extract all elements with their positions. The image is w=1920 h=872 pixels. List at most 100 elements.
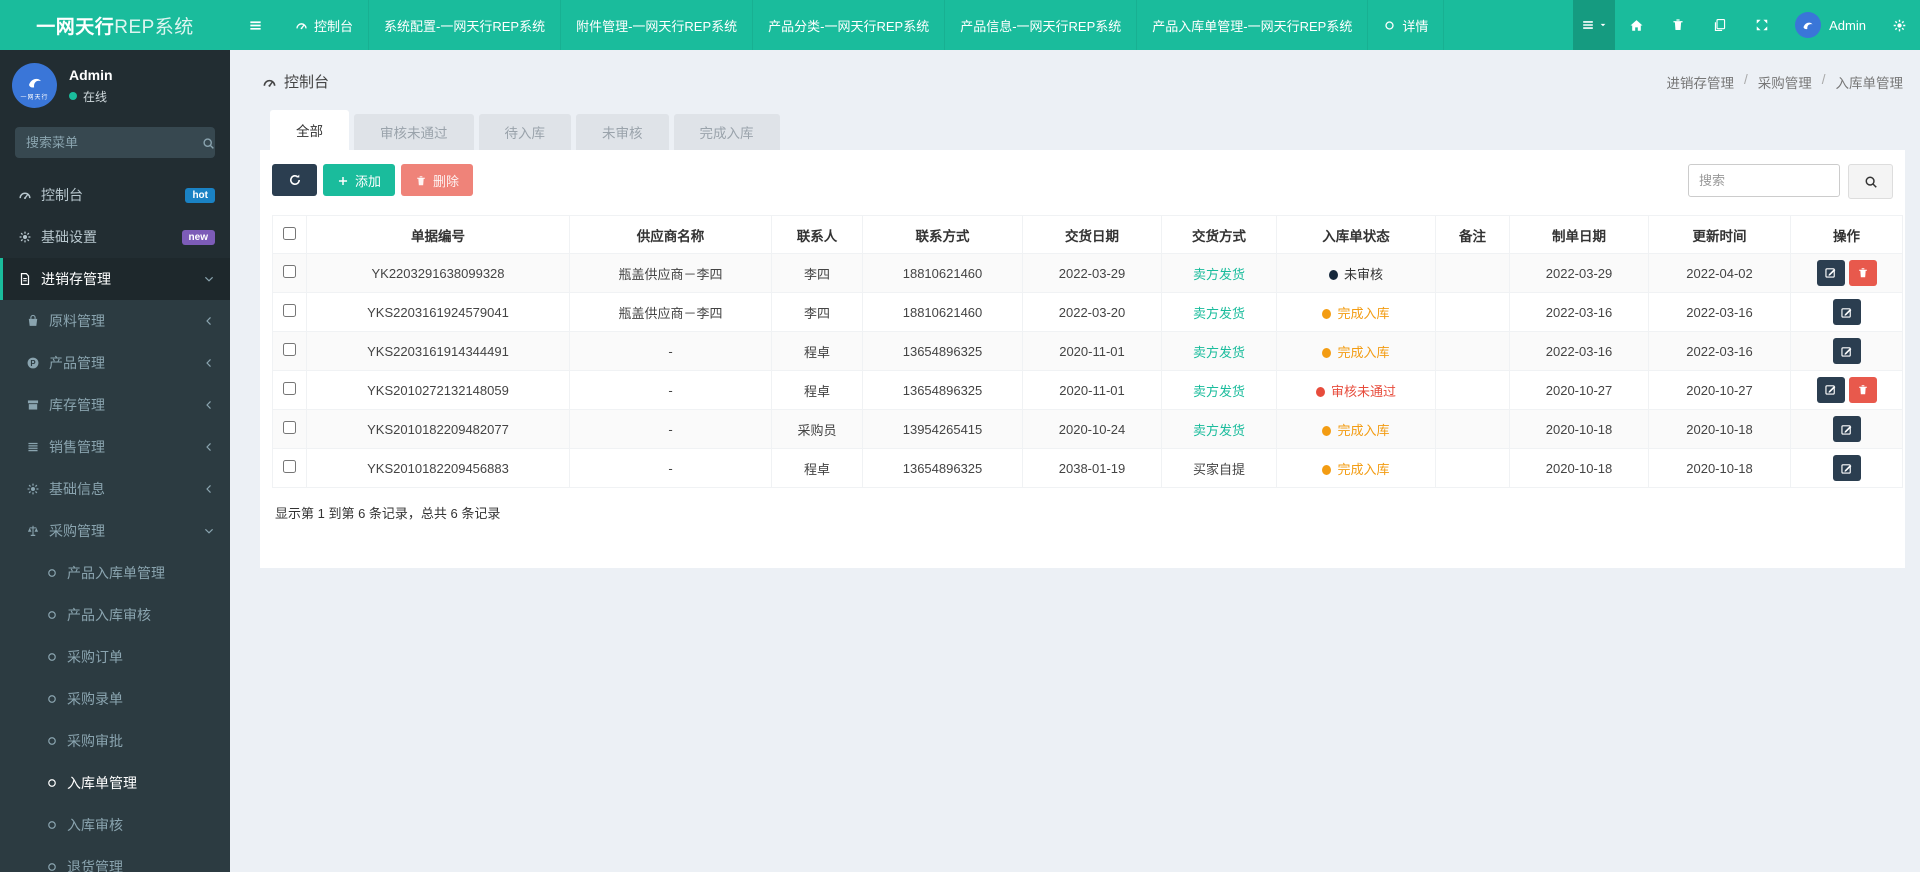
- tabs-menu-dropdown[interactable]: [1573, 0, 1616, 50]
- cell: 卖方发货: [1161, 409, 1277, 449]
- brand-bold: 一网天行: [36, 16, 115, 38]
- row-checkbox[interactable]: [283, 460, 296, 473]
- navbar-tab-7[interactable]: 详情: [1368, 0, 1445, 50]
- sidebar-item-进销存管理[interactable]: 进销存管理: [0, 258, 230, 301]
- navbar-tab-5[interactable]: 产品信息-一网天行REP系统: [945, 0, 1138, 50]
- sidebar-item-基础设置[interactable]: 基础设置 new: [0, 216, 230, 258]
- breadcrumb-item-2[interactable]: 采购管理: [1758, 72, 1812, 92]
- navbar-tab-6[interactable]: 产品入库单管理-一网天行REP系统: [1137, 0, 1369, 50]
- select-all-checkbox[interactable]: [283, 226, 296, 240]
- sidebar-item-采购录单[interactable]: 采购录单: [0, 678, 230, 721]
- filter-tab-待入库[interactable]: 待入库: [478, 114, 571, 150]
- cell: [272, 331, 307, 371]
- filter-tab-审核未通过[interactable]: 审核未通过: [354, 114, 474, 150]
- row-delete-button[interactable]: [1848, 260, 1877, 287]
- cell: YKS2010182209456883: [306, 448, 570, 488]
- cell: 程卓: [771, 370, 863, 410]
- column-header-备注: 备注: [1435, 215, 1510, 254]
- sidebar-item-采购管理[interactable]: 采购管理: [0, 510, 230, 553]
- row-checkbox[interactable]: [283, 382, 296, 395]
- row-checkbox[interactable]: [283, 421, 296, 434]
- row-edit-button[interactable]: [1832, 455, 1861, 481]
- filter-tab-全部[interactable]: 全部: [270, 110, 349, 150]
- sidebar-item-退货管理[interactable]: 退货管理: [0, 846, 230, 872]
- sidebar-item-原料管理[interactable]: 原料管理: [0, 300, 230, 343]
- row-checkbox[interactable]: [283, 304, 296, 317]
- menu-badge: hot: [185, 187, 215, 203]
- sidebar-item-采购订单[interactable]: 采购订单: [0, 636, 230, 679]
- home-icon[interactable]: [1615, 0, 1657, 50]
- circle-icon: [48, 737, 56, 745]
- sidebar-item-label: 采购录单: [67, 691, 123, 708]
- filter-tab-完成入库[interactable]: 完成入库: [673, 114, 780, 150]
- breadcrumb-item-1[interactable]: 进销存管理: [1666, 72, 1734, 92]
- navbar-right: Admin: [1573, 0, 1920, 50]
- sidebar-item-产品入库单管理[interactable]: 产品入库单管理: [0, 552, 230, 595]
- swoosh-icon: [28, 78, 41, 88]
- table-search-button[interactable]: [1848, 164, 1893, 199]
- sidebar-item-库存管理[interactable]: 库存管理: [0, 384, 230, 427]
- top-navbar: 一网天行 REP系统 控制台 系统配置-一网天行REP系统 附件管理-一网天行REP系…: [0, 0, 1920, 50]
- fullscreen-icon[interactable]: [1741, 0, 1783, 50]
- gears-icon: [27, 483, 39, 495]
- toolbar-right: [1688, 164, 1893, 199]
- navbar-tab-1[interactable]: 控制台: [280, 0, 370, 50]
- sidebar-item-销售管理[interactable]: 销售管理: [0, 426, 230, 469]
- navbar-tab-2[interactable]: 系统配置-一网天行REP系统: [369, 0, 562, 50]
- trash-icon[interactable]: [1657, 0, 1699, 50]
- sidebar-group: P 产品管理: [0, 342, 230, 385]
- cell: 完成入库: [1276, 409, 1436, 449]
- sidebar-toggle-icon[interactable]: [230, 0, 280, 50]
- sidebar-group: 库存管理: [0, 384, 230, 427]
- status-text: 完成入库: [1337, 305, 1390, 321]
- updated-date: 2022-03-16: [1686, 304, 1753, 320]
- brand-logo[interactable]: 一网天行 REP系统: [0, 0, 230, 50]
- row-checkbox[interactable]: [283, 343, 296, 356]
- column-header-交货方式: 交货方式: [1161, 215, 1277, 254]
- row-edit-button[interactable]: [1832, 338, 1861, 364]
- header-checkbox-cell: [272, 215, 307, 254]
- cell: YKS2203161924579041: [306, 292, 570, 332]
- cell: 13654896325: [862, 370, 1023, 410]
- row-edit-button[interactable]: [1816, 259, 1845, 286]
- sidebar-item-入库审核[interactable]: 入库审核: [0, 804, 230, 847]
- gears-icon: [19, 231, 31, 243]
- cell: 卖方发货: [1161, 370, 1277, 410]
- refresh-button[interactable]: [272, 164, 317, 196]
- cell: 2020-11-01: [1022, 370, 1162, 410]
- contact-name: 李四: [803, 305, 830, 321]
- sidebar-search-input[interactable]: [26, 135, 202, 151]
- contact-phone: 13654896325: [902, 460, 983, 476]
- sidebar-item-采购审批[interactable]: 采购审批: [0, 720, 230, 763]
- sidebar-item-控制台[interactable]: 控制台 hot: [0, 174, 230, 216]
- row-checkbox[interactable]: [283, 265, 296, 278]
- add-button[interactable]: 添加: [323, 164, 396, 196]
- order-no: YKS2203161914344491: [367, 343, 509, 359]
- filter-tab-未审核[interactable]: 未审核: [576, 114, 669, 150]
- table-search-input[interactable]: [1688, 164, 1840, 197]
- breadcrumb-item-3[interactable]: 入库单管理: [1836, 72, 1904, 92]
- navbar-tab-4[interactable]: 产品分类-一网天行REP系统: [753, 0, 946, 50]
- angleleft-icon: [206, 359, 211, 368]
- online-dot-icon: [69, 92, 77, 100]
- row-edit-button[interactable]: [1832, 299, 1861, 325]
- delivery-date: 2020-11-01: [1059, 343, 1125, 359]
- cell: 2022-03-16: [1509, 331, 1649, 371]
- row-edit-button[interactable]: [1816, 376, 1845, 403]
- sidebar-item-产品管理[interactable]: P 产品管理: [0, 342, 230, 385]
- log-icon[interactable]: [1699, 0, 1741, 50]
- row-edit-button[interactable]: [1832, 416, 1861, 442]
- search-icon[interactable]: [202, 135, 215, 150]
- row-delete-button[interactable]: [1848, 377, 1877, 404]
- sidebar-submenu: 原料管理 P 产品管理库存管理销售管理基础信息采购管理产品入库单管理产品入库审核采购…: [0, 300, 230, 872]
- user-menu[interactable]: Admin: [1783, 0, 1878, 50]
- gears-icon[interactable]: [1878, 0, 1920, 50]
- sidebar-item-产品入库审核[interactable]: 产品入库审核: [0, 594, 230, 637]
- delivery-date: 2038-01-19: [1058, 460, 1126, 476]
- delete-button[interactable]: 删除: [401, 164, 474, 196]
- navbar-tab-3[interactable]: 附件管理-一网天行REP系统: [561, 0, 754, 50]
- cell: [1435, 331, 1510, 371]
- sidebar-item-入库单管理[interactable]: 入库单管理: [0, 762, 230, 805]
- trash-icon: [1858, 268, 1867, 278]
- sidebar-item-基础信息[interactable]: 基础信息: [0, 468, 230, 511]
